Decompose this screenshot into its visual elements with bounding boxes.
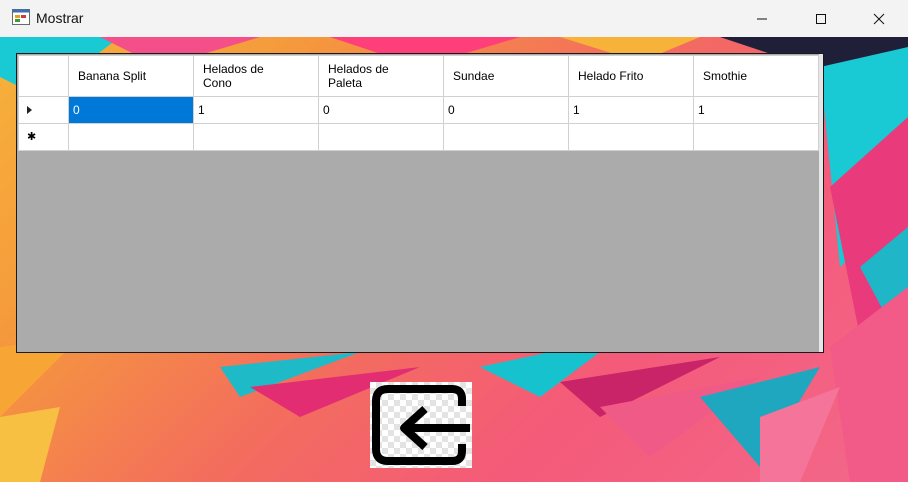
app-icon <box>12 9 30 25</box>
table-cell[interactable] <box>443 123 569 151</box>
back-arrow-icon <box>372 385 470 465</box>
column-header[interactable]: Banana Split <box>68 55 194 97</box>
maximize-button[interactable] <box>792 0 850 37</box>
minimize-button[interactable] <box>733 0 791 37</box>
column-header-label: Banana Split <box>78 69 147 83</box>
data-grid-table: Banana Split Helados de Cono Helados de … <box>18 55 819 151</box>
column-header-label: Helados de Paleta <box>328 62 389 90</box>
grid-edge <box>819 54 823 352</box>
table-cell[interactable]: 1 <box>568 96 694 124</box>
row-header-cell[interactable]: ✱ <box>18 123 69 151</box>
table-row: 0 1 0 0 1 1 <box>18 96 819 124</box>
column-header-label: Helados de Cono <box>203 62 264 90</box>
window-title: Mostrar <box>36 10 84 26</box>
table-cell[interactable]: 0 <box>443 96 569 124</box>
table-cell[interactable]: 0 <box>68 96 194 124</box>
new-row-star-icon: ✱ <box>27 131 37 143</box>
table-cell[interactable] <box>68 123 194 151</box>
column-header[interactable]: Smothie <box>693 55 819 97</box>
minimize-icon <box>757 18 767 19</box>
column-header-row: Banana Split Helados de Cono Helados de … <box>18 55 819 97</box>
corner-header-cell <box>18 55 69 97</box>
row-header-cell[interactable] <box>18 96 69 124</box>
close-icon <box>873 13 885 24</box>
column-header-label: Smothie <box>703 69 748 83</box>
close-button[interactable] <box>850 0 908 37</box>
new-row: ✱ <box>18 123 819 151</box>
column-header[interactable]: Helado Frito <box>568 55 694 97</box>
table-cell[interactable] <box>568 123 694 151</box>
table-cell[interactable] <box>693 123 819 151</box>
column-header-label: Sundae <box>453 69 495 83</box>
table-cell[interactable] <box>318 123 444 151</box>
column-header[interactable]: Helados de Cono <box>193 55 319 97</box>
data-grid[interactable]: Banana Split Helados de Cono Helados de … <box>16 53 824 353</box>
column-header-label: Helado Frito <box>578 69 644 83</box>
table-cell[interactable] <box>193 123 319 151</box>
table-cell[interactable]: 1 <box>193 96 319 124</box>
table-cell[interactable]: 0 <box>318 96 444 124</box>
current-row-arrow-icon <box>27 106 32 114</box>
table-cell[interactable]: 1 <box>693 96 819 124</box>
column-header[interactable]: Helados de Paleta <box>318 55 444 97</box>
title-bar: Mostrar <box>0 0 908 37</box>
column-header[interactable]: Sundae <box>443 55 569 97</box>
back-button[interactable] <box>370 382 472 468</box>
maximize-icon <box>816 13 826 24</box>
